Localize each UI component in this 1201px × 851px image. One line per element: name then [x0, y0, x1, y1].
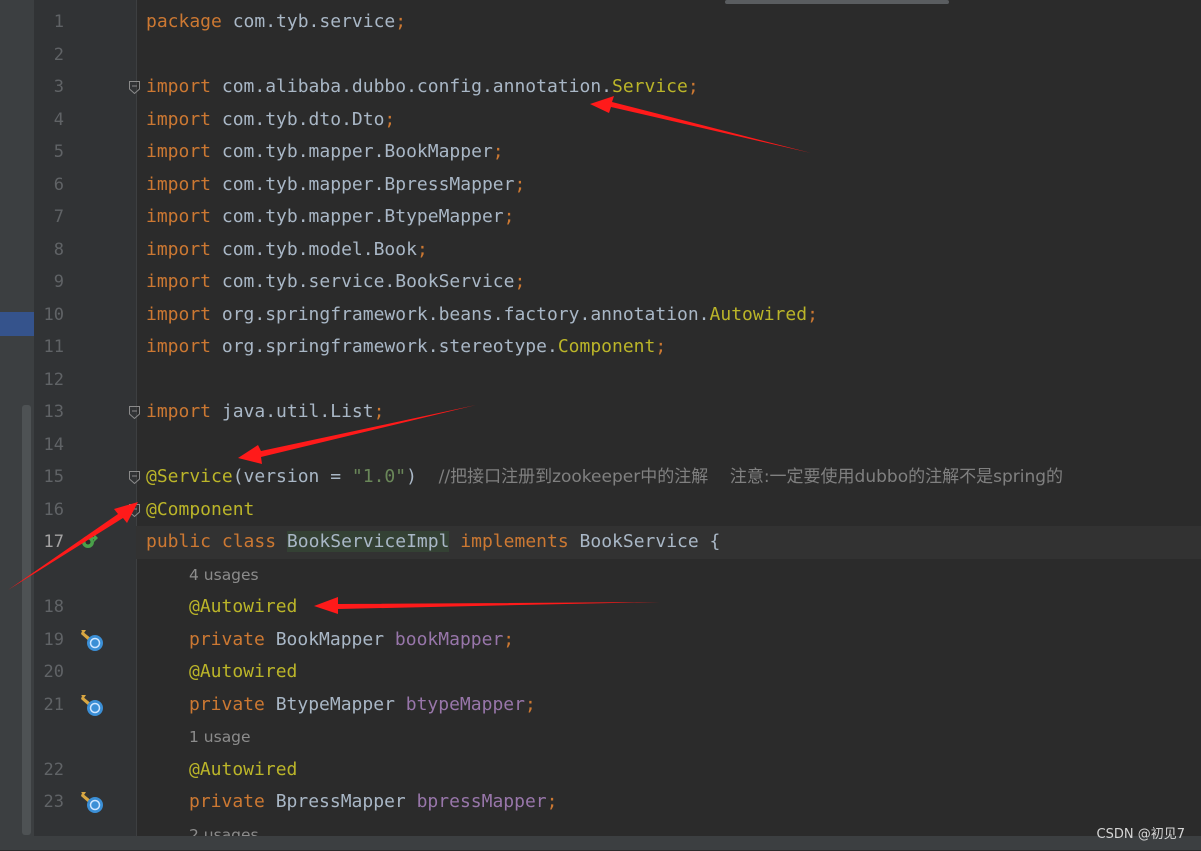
annotation-arrows: [0, 0, 1201, 850]
red-arrow-service-import: [590, 96, 811, 153]
red-arrow-autowired: [314, 597, 660, 614]
red-arrow-service-annotation: [238, 405, 476, 464]
bottom-status-bar: [0, 836, 1201, 850]
red-arrow-component: [8, 502, 138, 590]
csdn-watermark: CSDN @初见7: [1097, 823, 1185, 842]
